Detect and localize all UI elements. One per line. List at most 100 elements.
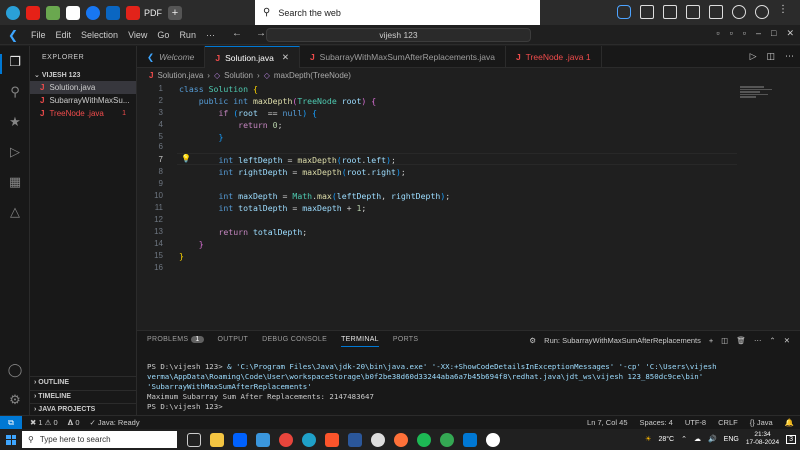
- indentation[interactable]: Spaces: 4: [640, 418, 673, 427]
- grid-icon[interactable]: [640, 5, 654, 19]
- ports-status[interactable]: 𝚫 0: [68, 418, 80, 428]
- cloud-icon[interactable]: [617, 5, 631, 19]
- panel-tab-debug-console[interactable]: DEBUG CONSOLE: [262, 336, 327, 347]
- menu-selection[interactable]: Selection: [76, 30, 123, 40]
- back-arrow-icon[interactable]: ←: [232, 28, 242, 39]
- bell-icon[interactable]: 🔔: [785, 418, 794, 427]
- pdf-label[interactable]: PDF: [144, 8, 162, 18]
- weather-icon[interactable]: ☀: [645, 435, 651, 443]
- maximize-icon[interactable]: □: [771, 28, 776, 39]
- layout-icon-3[interactable]: ▫: [743, 28, 746, 39]
- remote-indicator-icon[interactable]: ⧉: [0, 415, 22, 430]
- more-actions-icon[interactable]: ⋯: [785, 51, 794, 62]
- web-search-box[interactable]: ⚲ Search the web: [255, 0, 540, 25]
- java-projects-section[interactable]: › JAVA PROJECTS: [30, 403, 137, 415]
- close-tab-icon[interactable]: ✕: [282, 52, 289, 63]
- tab-welcome[interactable]: ❮ Welcome: [137, 46, 206, 68]
- file-treenode-java[interactable]: J TreeNode .java 1: [30, 107, 136, 120]
- close-window-icon[interactable]: ✕: [786, 28, 794, 39]
- file-solution-java[interactable]: J Solution.java: [30, 81, 136, 94]
- terminal-output[interactable]: PS D:\vijesh 123> & 'C:\Program Files\Ja…: [147, 362, 792, 412]
- chevron-up-icon[interactable]: ⌃: [769, 336, 775, 345]
- tab-subarray-java[interactable]: J SubarrayWithMaxSumAfterReplacements.ja…: [300, 46, 506, 68]
- menu-file[interactable]: File: [26, 30, 51, 40]
- breadcrumb-class[interactable]: Solution: [224, 71, 253, 80]
- language-mode[interactable]: {} Java: [750, 418, 773, 427]
- amazon-icon[interactable]: [66, 5, 80, 20]
- pdf-icon[interactable]: [126, 5, 140, 20]
- source-control-icon[interactable]: ★: [7, 114, 23, 130]
- account-icon[interactable]: ◯: [7, 362, 23, 378]
- tab-solution-java[interactable]: J Solution.java ✕: [205, 46, 300, 68]
- clock[interactable]: 21:34 17-08-2024: [746, 431, 779, 447]
- command-center-search[interactable]: vijesh 123: [266, 28, 531, 42]
- forward-arrow-icon[interactable]: →: [256, 28, 266, 39]
- menu-view[interactable]: View: [123, 30, 152, 40]
- java-status[interactable]: ✓ Java: Ready: [90, 418, 140, 428]
- minimize-icon[interactable]: –: [756, 28, 761, 39]
- code-editor[interactable]: 💡 1 2 3 4 5 6 7 8 9 10 11 12 13 14 15 16…: [137, 83, 800, 330]
- split-terminal-icon[interactable]: ◫: [721, 336, 728, 345]
- run-file-icon[interactable]: ▷: [750, 51, 757, 62]
- search-view-icon[interactable]: ⚲: [7, 84, 23, 100]
- file-explorer-icon[interactable]: [210, 432, 224, 447]
- chatgpt-icon[interactable]: [486, 432, 500, 447]
- more-icon[interactable]: ⋮: [778, 5, 792, 19]
- store-icon[interactable]: [256, 432, 270, 447]
- run-debug-icon[interactable]: ▷: [7, 144, 23, 160]
- tray-overflow-icon[interactable]: ⌃: [681, 435, 687, 443]
- brave-icon[interactable]: [325, 432, 339, 447]
- dropbox-icon[interactable]: [233, 432, 247, 447]
- add-shortcut-icon[interactable]: +: [168, 5, 182, 20]
- spotify-icon[interactable]: [417, 432, 431, 447]
- taskbar-search[interactable]: ⚲ Type here to search: [22, 431, 177, 448]
- cursor-position[interactable]: Ln 7, Col 45: [587, 418, 627, 427]
- trash-icon[interactable]: 🗑: [736, 336, 746, 345]
- more-actions-icon[interactable]: ⋯: [754, 336, 762, 345]
- input-language[interactable]: ENG: [724, 436, 739, 443]
- layout-icon[interactable]: ▫: [716, 28, 719, 39]
- minimap[interactable]: [740, 86, 780, 102]
- notifications-icon[interactable]: 3: [786, 434, 796, 444]
- screen-icon[interactable]: [709, 5, 723, 19]
- linkedin-icon[interactable]: [106, 5, 120, 20]
- panel-tab-terminal[interactable]: TERMINAL: [341, 336, 379, 347]
- word-icon[interactable]: [348, 432, 362, 447]
- edge-icon[interactable]: [302, 432, 316, 447]
- volume-icon[interactable]: 🔊: [708, 435, 717, 443]
- menu-run[interactable]: Run: [174, 30, 201, 40]
- testing-icon[interactable]: △: [7, 204, 23, 220]
- line-endings[interactable]: CRLF: [718, 418, 738, 427]
- new-terminal-icon[interactable]: +: [709, 336, 713, 345]
- printer-icon[interactable]: [663, 5, 677, 19]
- errors-status[interactable]: ✖ 1 ⚠ 0: [30, 418, 58, 428]
- firefox-icon[interactable]: [394, 432, 408, 447]
- panel-tab-problems[interactable]: PROBLEMS 1: [147, 336, 204, 347]
- breadcrumb-method[interactable]: maxDepth(TreeNode): [274, 71, 351, 80]
- play-icon[interactable]: [732, 5, 746, 19]
- vscode-taskbar-icon[interactable]: [463, 432, 477, 447]
- menu-go[interactable]: Go: [152, 30, 174, 40]
- outline-section[interactable]: › OUTLINE: [30, 376, 137, 388]
- gallery-icon[interactable]: [46, 5, 60, 20]
- camera-icon[interactable]: [686, 5, 700, 19]
- breadcrumb-file[interactable]: Solution.java: [157, 71, 203, 80]
- windows-start-icon[interactable]: [0, 429, 22, 450]
- alert-icon[interactable]: [755, 5, 769, 19]
- workspace-folder[interactable]: ⌄ VIJESH 123: [30, 69, 136, 81]
- menu-more[interactable]: ···: [201, 30, 220, 40]
- split-editor-icon[interactable]: ◫: [766, 51, 775, 62]
- close-panel-icon[interactable]: ✕: [784, 336, 790, 345]
- settings-gear-icon[interactable]: ⚙: [7, 392, 23, 408]
- network-icon[interactable]: ☁: [694, 435, 701, 443]
- run-config-label[interactable]: Run: SubarrayWithMaxSumAfterReplacements: [544, 336, 701, 345]
- chrome-profile-icon[interactable]: [440, 432, 454, 447]
- layout-icon-2[interactable]: ▫: [730, 28, 733, 39]
- panel-tab-output[interactable]: OUTPUT: [218, 336, 249, 347]
- facebook-icon[interactable]: [86, 5, 100, 20]
- browser-app-icon[interactable]: [6, 5, 20, 20]
- media-player-icon[interactable]: [371, 432, 385, 447]
- weather-temp[interactable]: 28°C: [658, 436, 674, 443]
- encoding[interactable]: UTF-8: [685, 418, 706, 427]
- panel-tab-ports[interactable]: PORTS: [393, 336, 419, 347]
